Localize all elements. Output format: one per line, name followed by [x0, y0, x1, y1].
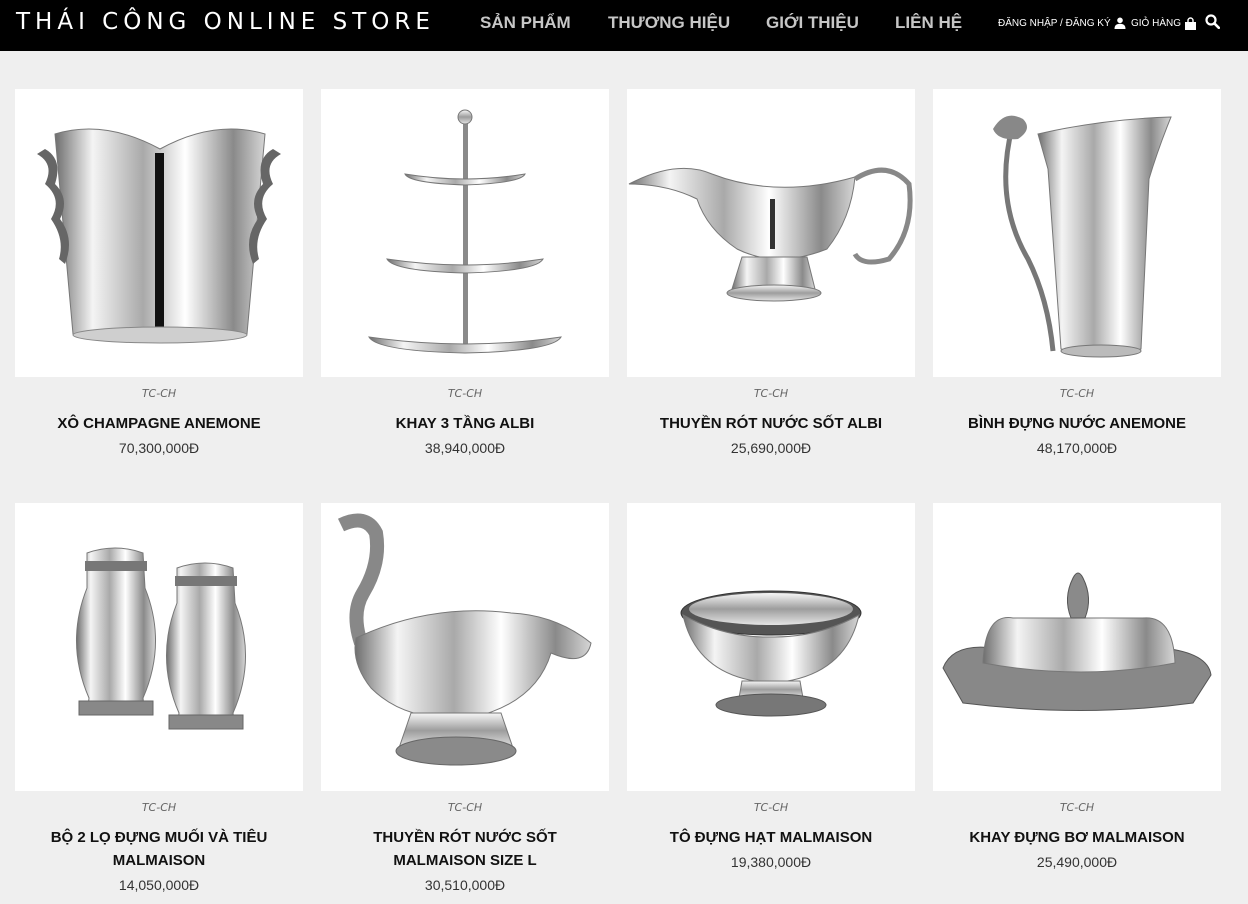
product-image-footed-bowl[interactable]	[627, 503, 915, 791]
product-card[interactable]: TC-CH KHAY 3 TẦNG ALBI 38,940,000Đ	[321, 89, 609, 460]
nav-about[interactable]: GIỚI THIỆU	[766, 13, 859, 33]
product-sku: TC-CH	[141, 801, 177, 814]
product-name[interactable]: THUYỀN RÓT NƯỚC SỐT ALBI	[627, 412, 915, 435]
product-price: 25,490,000Đ	[1036, 854, 1118, 870]
nav-contact[interactable]: LIÊN HỆ	[895, 13, 962, 33]
product-price: 70,300,000Đ	[118, 440, 200, 456]
product-name[interactable]: TÔ ĐỰNG HẠT MALMAISON	[627, 826, 915, 849]
product-sku: TC-CH	[1059, 387, 1095, 400]
store-logo-text[interactable]: THÁI CÔNG ONLINE STORE	[16, 9, 435, 35]
product-sku: TC-CH	[141, 387, 177, 400]
product-image-butter-dish[interactable]	[933, 503, 1221, 791]
product-card[interactable]: TC-CH TÔ ĐỰNG HẠT MALMAISON 19,380,000Đ	[627, 503, 915, 874]
product-sku: TC-CH	[753, 801, 789, 814]
top-navigation-bar: THÁI CÔNG ONLINE STORE SẢN PHẨM THƯƠNG H…	[0, 0, 1248, 51]
product-name[interactable]: BÌNH ĐỰNG NƯỚC ANEMONE	[933, 412, 1221, 435]
product-card[interactable]: TC-CH XÔ CHAMPAGNE ANEMONE 70,300,000Đ	[15, 89, 303, 460]
product-name[interactable]: THUYỀN RÓT NƯỚC SỐT MALMAISON SIZE L	[321, 826, 609, 872]
product-name[interactable]: KHAY ĐỰNG BƠ MALMAISON	[933, 826, 1221, 849]
search-button[interactable]	[1205, 14, 1221, 34]
cart-label: GIỎ HÀNG	[1131, 18, 1182, 29]
nav-products[interactable]: SẢN PHẨM	[480, 13, 571, 33]
login-label: ĐĂNG NHẬP / ĐĂNG KÝ	[998, 17, 1111, 29]
login-register-link[interactable]: ĐĂNG NHẬP / ĐĂNG KÝ	[998, 17, 1126, 29]
product-name[interactable]: KHAY 3 TẦNG ALBI	[321, 412, 609, 435]
product-name[interactable]: BỘ 2 LỌ ĐỰNG MUỐI VÀ TIÊU MALMAISON	[15, 826, 303, 872]
product-image-water-pitcher[interactable]	[933, 89, 1221, 377]
product-image-sauce-boat[interactable]	[627, 89, 915, 377]
product-image-salt-pepper-shakers[interactable]	[15, 503, 303, 791]
product-card[interactable]: TC-CH THUYỀN RÓT NƯỚC SỐT ALBI 25,690,00…	[627, 89, 915, 460]
product-price: 25,690,000Đ	[730, 440, 812, 456]
cart-link[interactable]: GIỎ HÀNG	[1131, 17, 1197, 30]
search-icon	[1205, 14, 1221, 30]
product-card[interactable]: TC-CH KHAY ĐỰNG BƠ MALMAISON 25,490,000Đ	[933, 503, 1221, 874]
product-card[interactable]: TC-CH BỘ 2 LỌ ĐỰNG MUỐI VÀ TIÊU MALMAISO…	[15, 503, 303, 897]
shopping-bag-icon	[1185, 17, 1197, 30]
product-price: 14,050,000Đ	[118, 877, 200, 893]
product-name[interactable]: XÔ CHAMPAGNE ANEMONE	[15, 412, 303, 435]
product-price: 19,380,000Đ	[730, 854, 812, 870]
product-sku: TC-CH	[1059, 801, 1095, 814]
product-sku: TC-CH	[447, 387, 483, 400]
product-price: 48,170,000Đ	[1036, 440, 1118, 456]
product-sku: TC-CH	[753, 387, 789, 400]
product-card[interactable]: TC-CH THUYỀN RÓT NƯỚC SỐT MALMAISON SIZE…	[321, 503, 609, 897]
nav-brands[interactable]: THƯƠNG HIỆU	[608, 13, 730, 33]
user-icon	[1114, 17, 1126, 29]
product-sku: TC-CH	[447, 801, 483, 814]
product-price: 30,510,000Đ	[424, 877, 506, 893]
product-card[interactable]: TC-CH BÌNH ĐỰNG NƯỚC ANEMONE 48,170,000Đ	[933, 89, 1221, 460]
product-image-swan-sauce-boat[interactable]	[321, 503, 609, 791]
product-image-three-tier-tray[interactable]	[321, 89, 609, 377]
product-price: 38,940,000Đ	[424, 440, 506, 456]
product-image-champagne-bucket[interactable]	[15, 89, 303, 377]
